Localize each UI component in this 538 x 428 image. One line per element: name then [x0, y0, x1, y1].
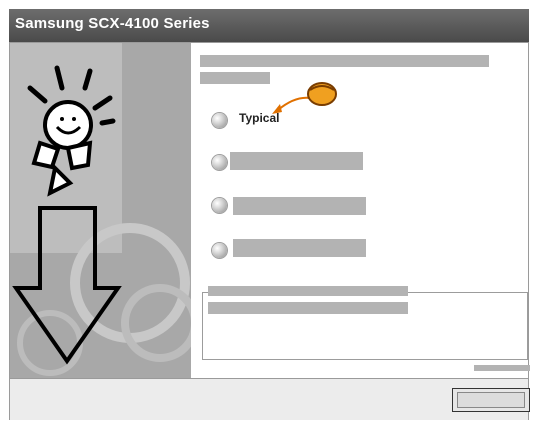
title-bar: Samsung SCX-4100 Series [9, 9, 529, 42]
radio-option-2[interactable] [212, 155, 227, 170]
next-button[interactable] [452, 388, 530, 412]
option-3-label [233, 197, 366, 215]
radio-option-4[interactable] [212, 243, 227, 258]
option-4-label [233, 239, 366, 257]
pointer-icon [272, 82, 337, 114]
option-typical-label: Typical [239, 111, 280, 125]
brand-mark [474, 365, 530, 371]
radio-option-3[interactable] [212, 198, 227, 213]
instruction-text-line-2 [200, 72, 270, 84]
window-title: Samsung SCX-4100 Series [15, 15, 210, 32]
description-text-line-2 [208, 302, 408, 314]
button-bar [10, 378, 528, 420]
radio-typical[interactable] [212, 113, 227, 128]
description-text-line-1 [208, 286, 408, 296]
installer-art-icon [10, 43, 191, 378]
option-2-label [230, 152, 363, 170]
side-illustration [10, 43, 191, 378]
instruction-text-line-1 [200, 55, 489, 67]
